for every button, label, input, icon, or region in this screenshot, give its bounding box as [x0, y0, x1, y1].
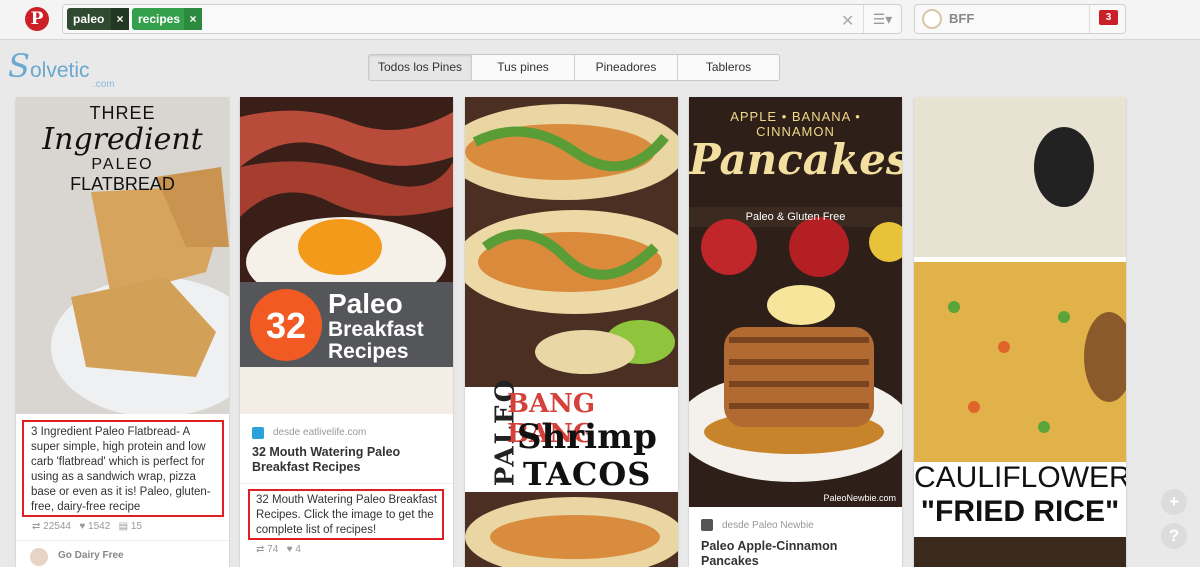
repin-count: 74: [267, 544, 279, 555]
notifications-button[interactable]: 3: [1089, 5, 1125, 33]
tab-your-pins[interactable]: Tus pines: [472, 55, 575, 80]
source-favicon-icon: [701, 519, 713, 531]
tab-pinners[interactable]: Pineadores: [575, 55, 678, 80]
tab-all-pins[interactable]: Todos los Pines: [369, 55, 472, 80]
pin-image-text: THREE: [89, 103, 156, 123]
user-menu[interactable]: BFF 3: [914, 4, 1126, 34]
pin-image[interactable]: PALEO BANG BANG Shrimp TACOS: [465, 97, 678, 567]
pin-image-text: PALEO: [91, 156, 154, 173]
search-tag-label: paleo: [73, 12, 105, 26]
pin-image[interactable]: APPLE • BANANA • CINNAMON Pancakes Paleo…: [689, 97, 902, 507]
repin-icon[interactable]: ⇄: [32, 521, 40, 532]
heart-icon[interactable]: ♥: [287, 544, 293, 555]
notification-badge[interactable]: 3: [1099, 10, 1118, 25]
like-count: 1542: [88, 521, 111, 532]
search-tag-recipes: recipes ×: [132, 8, 202, 30]
add-pin-button[interactable]: +: [1161, 489, 1187, 515]
highlight-box: [22, 420, 224, 517]
user-name[interactable]: BFF: [949, 11, 974, 26]
source-favicon-icon: [252, 427, 264, 439]
pin-source[interactable]: desde eatlivelife.com: [273, 427, 366, 438]
pin-image[interactable]: THREE Ingredient PALEO FLATBREAD: [16, 97, 229, 414]
pin-card[interactable]: CAULIFLOWER "FRIED RICE": [914, 97, 1126, 567]
pinterest-logo-icon[interactable]: P: [25, 7, 49, 31]
pin-card[interactable]: APPLE • BANANA • CINNAMON Pancakes Paleo…: [689, 97, 902, 567]
pin-image-text: CAULIFLOWER: [914, 461, 1126, 494]
pin-image-text: FLATBREAD: [70, 174, 175, 194]
heart-icon[interactable]: ♥: [79, 521, 85, 532]
pin-card[interactable]: 32 Paleo Breakfast Recipes desde eatlive…: [240, 97, 453, 567]
watermark-letter: S: [8, 47, 30, 85]
remove-tag-icon[interactable]: ×: [184, 8, 202, 30]
tab-boards[interactable]: Tableros: [678, 55, 779, 80]
watermark-domain: .com: [93, 79, 115, 90]
watermark-logo: S olvetic .com: [8, 47, 133, 97]
watermark-word: olvetic: [30, 59, 90, 82]
search-bar[interactable]: paleo × recipes × ✕ ☰▾: [62, 4, 902, 34]
repin-icon[interactable]: ⇄: [256, 544, 264, 555]
divider: [16, 540, 229, 541]
pinner-avatar[interactable]: [30, 548, 48, 566]
bacon-egg-image: [240, 97, 453, 414]
highlight-box: [248, 489, 444, 540]
divider: [240, 483, 453, 484]
pin-image-text: TACOS: [523, 455, 652, 493]
filter-tabs: Todos los Pines Tus pines Pineadores Tab…: [368, 54, 780, 81]
pin-image-text: 32: [265, 305, 307, 346]
pin-image-text: PaleoNewbie.com: [823, 493, 896, 503]
pin-card[interactable]: THREE Ingredient PALEO FLATBREAD 3 Ingre…: [16, 97, 229, 567]
avatar[interactable]: [922, 9, 942, 29]
pin-image-text: Paleo & Gluten Free: [745, 211, 846, 223]
pin-card[interactable]: PALEO BANG BANG Shrimp TACOS: [465, 97, 678, 567]
search-tag-label: recipes: [138, 12, 181, 26]
pin-image-text: Ingredient: [42, 122, 203, 157]
pin-title[interactable]: 32 Mouth Watering Paleo Breakfast Recipe…: [252, 445, 442, 475]
pin-image-text: Shrimp: [517, 417, 657, 457]
tacos-image: [465, 97, 678, 567]
pin-image-text: Pancakes: [689, 135, 902, 184]
help-button[interactable]: ?: [1161, 523, 1187, 549]
comment-count: 15: [130, 521, 142, 532]
pin-stats: ⇄ 74 ♥ 4: [256, 544, 301, 555]
search-tag-paleo: paleo ×: [67, 8, 129, 30]
pin-image-text: Recipes: [328, 340, 409, 363]
comment-icon[interactable]: ▤: [119, 521, 128, 532]
pinner-name[interactable]: Go Dairy Free: [58, 550, 124, 561]
pin-image-text: Breakfast: [328, 318, 424, 341]
pin-image[interactable]: CAULIFLOWER "FRIED RICE": [914, 97, 1126, 567]
pin-image-text: Paleo: [328, 288, 403, 319]
like-count: 4: [295, 544, 301, 555]
remove-tag-icon[interactable]: ×: [111, 8, 129, 30]
top-bar: P paleo × recipes × ✕ ☰▾ BFF 3: [0, 0, 1200, 40]
pin-image-text: "FRIED RICE": [920, 495, 1120, 528]
menu-icon[interactable]: ☰▾: [863, 5, 901, 33]
pin-image[interactable]: 32 Paleo Breakfast Recipes: [240, 97, 453, 414]
pin-source[interactable]: desde Paleo Newbie: [722, 520, 814, 531]
repin-count: 22544: [43, 521, 71, 532]
clear-search-icon[interactable]: ✕: [841, 11, 854, 31]
pin-stats: ⇄ 22544 ♥ 1542 ▤ 15: [32, 521, 142, 532]
pin-title[interactable]: Paleo Apple-Cinnamon Pancakes: [701, 539, 891, 567]
